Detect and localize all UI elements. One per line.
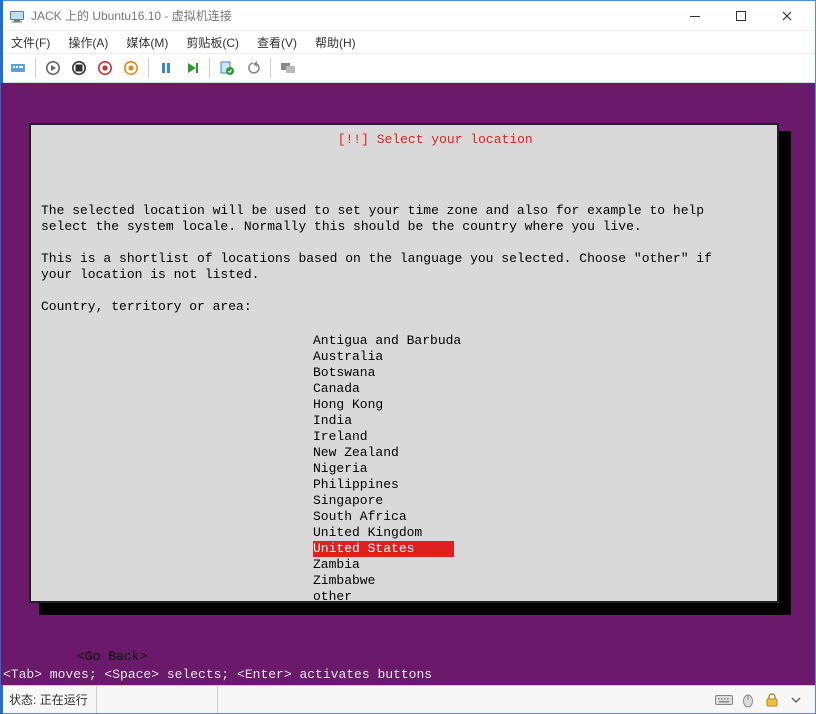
toolbar <box>1 53 815 83</box>
menu-file[interactable]: 文件(F) <box>7 32 54 53</box>
location-option[interactable]: United Kingdom <box>313 525 422 541</box>
status-label: 状态: <box>9 691 36 708</box>
turnoff-button[interactable] <box>68 57 90 79</box>
keyboard-icon <box>715 691 733 709</box>
reset-button[interactable] <box>181 57 203 79</box>
hyperv-window: JACK 上的 Ubuntu16.10 - 虚拟机连接 文件(F) 操作(A) … <box>0 0 816 714</box>
menu-media[interactable]: 媒体(M) <box>122 32 172 53</box>
vm-display[interactable]: [!!] Select your location The selected l… <box>1 83 815 685</box>
location-option[interactable]: Australia <box>313 349 383 365</box>
statusbar: 状态: 正在运行 <box>1 685 815 713</box>
location-option[interactable]: Nigeria <box>313 461 368 477</box>
location-option[interactable]: Ireland <box>313 429 368 445</box>
pause-button[interactable] <box>155 57 177 79</box>
location-option[interactable]: India <box>313 413 352 429</box>
location-option[interactable]: Antigua and Barbuda <box>313 333 461 349</box>
menu-help[interactable]: 帮助(H) <box>311 32 360 53</box>
minimize-button[interactable] <box>672 1 718 31</box>
status-left: 状态: 正在运行 <box>1 686 97 713</box>
location-option[interactable]: New Zealand <box>313 445 399 461</box>
toolbar-separator <box>209 58 210 78</box>
save-button[interactable] <box>120 57 142 79</box>
location-option[interactable]: Canada <box>313 381 360 397</box>
maximize-button[interactable] <box>718 1 764 31</box>
lock-icon <box>763 691 781 709</box>
start-button[interactable] <box>42 57 64 79</box>
location-option[interactable]: Zambia <box>313 557 360 573</box>
status-value: 正在运行 <box>40 691 88 708</box>
titlebar: JACK 上的 Ubuntu16.10 - 虚拟机连接 <box>1 1 815 31</box>
go-back-button[interactable]: <Go Back> <box>77 649 767 665</box>
location-option[interactable]: Zimbabwe <box>313 573 375 589</box>
dialog-prompt: Country, territory or area: <box>41 299 252 314</box>
shutdown-button[interactable] <box>94 57 116 79</box>
dialog-text: your location is not listed. <box>41 267 259 282</box>
status-icons <box>715 691 815 709</box>
location-option[interactable]: Hong Kong <box>313 397 383 413</box>
app-icon <box>9 8 25 24</box>
toolbar-separator <box>35 58 36 78</box>
dialog-body: The selected location will be used to se… <box>31 173 777 685</box>
dialog-title: [!!] Select your location <box>332 132 539 148</box>
menu-clipboard[interactable]: 剪贴板(C) <box>182 32 243 53</box>
key-hints: <Tab> moves; <Space> selects; <Enter> ac… <box>1 667 815 685</box>
menu-view[interactable]: 查看(V) <box>253 32 301 53</box>
enhanced-session-button[interactable] <box>277 57 299 79</box>
menu-action[interactable]: 操作(A) <box>64 32 112 53</box>
toolbar-separator <box>270 58 271 78</box>
dialog-text: The selected location will be used to se… <box>41 203 704 218</box>
menubar: 文件(F) 操作(A) 媒体(M) 剪贴板(C) 查看(V) 帮助(H) <box>1 31 815 53</box>
ctrl-alt-del-button[interactable] <box>7 57 29 79</box>
location-option[interactable]: Philippines <box>313 477 399 493</box>
window-controls <box>672 1 810 31</box>
location-option[interactable]: Singapore <box>313 493 383 509</box>
revert-button[interactable] <box>242 57 264 79</box>
location-option[interactable]: United States <box>313 541 454 557</box>
window-title: JACK 上的 Ubuntu16.10 - 虚拟机连接 <box>31 7 672 24</box>
toolbar-separator <box>148 58 149 78</box>
location-option[interactable]: Botswana <box>313 365 375 381</box>
close-button[interactable] <box>764 1 810 31</box>
chevron-down-icon[interactable] <box>787 691 805 709</box>
status-divider <box>217 686 218 713</box>
dialog-text: select the system locale. Normally this … <box>41 219 642 234</box>
checkpoint-button[interactable] <box>216 57 238 79</box>
mouse-icon <box>739 691 757 709</box>
location-option[interactable]: South Africa <box>313 509 407 525</box>
dialog-title-wrap: [!!] Select your location <box>31 116 777 164</box>
location-option[interactable]: other <box>313 589 352 605</box>
dialog-text: This is a shortlist of locations based o… <box>41 251 712 266</box>
location-options: Antigua and BarbudaAustraliaBotswanaCana… <box>313 333 767 605</box>
installer-dialog: [!!] Select your location The selected l… <box>29 123 779 603</box>
